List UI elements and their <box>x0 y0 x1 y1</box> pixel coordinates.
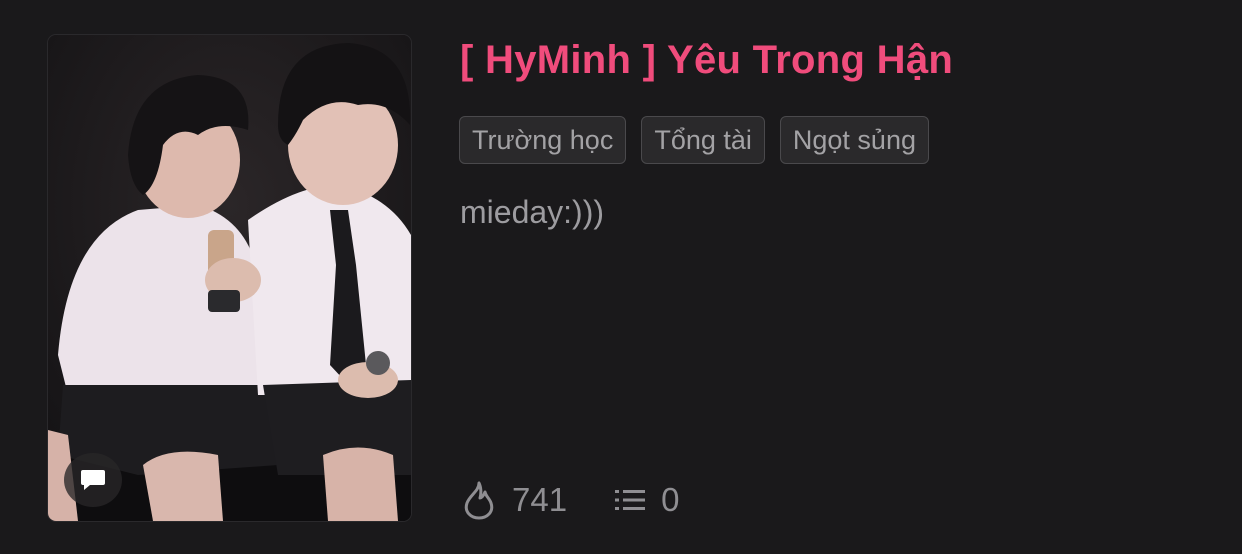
story-title[interactable]: [ HyMinh ] Yêu Trong Hận <box>460 38 953 83</box>
tag-ngot-sung[interactable]: Ngọt sủng <box>779 116 929 164</box>
cover-photo <box>48 35 411 521</box>
tag-truong-hoc[interactable]: Trường học <box>459 116 627 164</box>
list-icon <box>615 490 646 510</box>
chat-button[interactable] <box>64 453 122 507</box>
story-cover-image[interactable] <box>48 35 411 521</box>
views-stat: 741 <box>462 480 567 520</box>
story-card[interactable]: [ HyMinh ] Yêu Trong Hận Trường học Tổng… <box>0 0 1242 554</box>
story-description: mieday:))) <box>460 194 605 230</box>
views-count: 741 <box>512 481 568 518</box>
chapters-count: 0 <box>661 481 680 518</box>
chat-bubble-icon <box>81 470 105 490</box>
flame-icon <box>464 481 494 520</box>
chapters-stat: 0 <box>615 481 679 519</box>
tag-tong-tai[interactable]: Tổng tài <box>641 116 765 164</box>
story-stats: 741 0 <box>462 480 679 520</box>
tag-list: Trường học Tổng tài Ngọt sủng <box>459 116 929 164</box>
